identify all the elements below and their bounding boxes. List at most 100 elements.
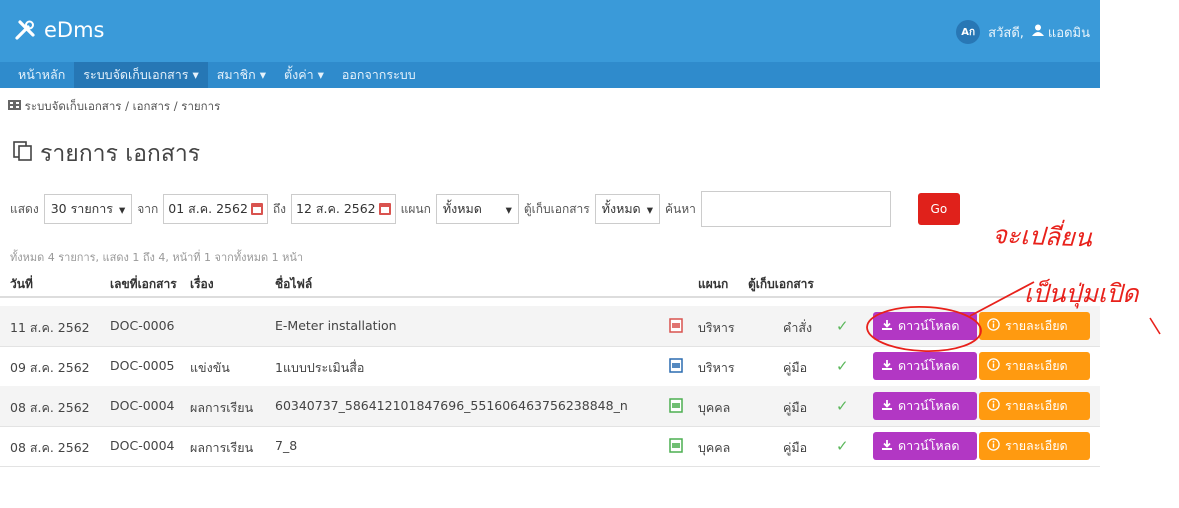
from-date-input[interactable]: 01 ส.ค. 2562 [163,194,268,224]
language-switch[interactable]: Aก [956,20,981,44]
menu-settings[interactable]: ตั้งค่า ▾ [275,62,333,88]
table-row: 08 ส.ค. 2562 DOC-0004 ผลการเรียน 60340737_5… [0,386,1100,427]
caret-down-icon: ▾ [192,67,199,82]
caret-down-icon: ▾ [118,201,126,217]
cell-date: 08 ส.ค. 2562 [10,400,90,415]
header-subject[interactable]: เรื่อง [190,275,214,294]
to-date-input[interactable]: 12 ส.ค. 2562 [291,194,396,224]
header-doc-no[interactable]: เลขที่เอกสาร [110,275,177,294]
info-icon [987,358,1000,374]
cell-filename: 60340737_586412101847696_551606463756238… [275,398,628,413]
detail-button[interactable]: รายละเอียด [979,312,1090,340]
cell-doc-no: DOC-0004 [110,398,175,413]
download-label: ดาวน์โหลด [898,358,960,373]
info-icon [987,318,1000,334]
user-name[interactable]: แอดมิน [1048,22,1090,43]
check-icon: ✓ [836,357,849,375]
cabinet-select[interactable]: ทั้งหมด ▾ [594,194,660,224]
department-value: ทั้งหมด [442,201,482,216]
to-label: ถึง [272,201,287,216]
menu-label: ออกจากระบบ [341,67,416,82]
detail-button[interactable]: รายละเอียด [979,392,1090,420]
download-icon [881,319,893,334]
download-button[interactable]: ดาวน์โหลด [873,432,977,460]
header-filename[interactable]: ชื่อไฟล์ [275,275,312,294]
breadcrumb-text[interactable]: ระบบจัดเก็บเอกสาร / เอกสาร / รายการ [25,99,221,113]
caret-down-icon: ▾ [317,67,324,82]
cabinet-value: ทั้งหมด [601,201,641,216]
info-icon [987,438,1000,454]
page-title-text: รายการ เอกสาร [40,141,201,167]
cell-date: 08 ส.ค. 2562 [10,440,90,455]
tools-icon [14,19,36,41]
header-department[interactable]: แผนก [698,275,728,294]
caret-down-icon: ▾ [505,201,512,217]
check-icon: ✓ [836,397,849,415]
cell-doc-no: DOC-0005 [110,358,175,373]
download-icon [881,399,893,414]
dept-label: แผนก [400,201,431,216]
page-title: รายการ เอกสาร [12,136,200,172]
info-icon [987,398,1000,414]
download-icon [881,439,893,454]
detail-label: รายละเอียด [1005,398,1068,413]
show-label: แสดง [10,201,39,216]
cell-filename: 7_8 [275,438,298,453]
department-select[interactable]: ทั้งหมด ▾ [435,194,519,224]
menu-members[interactable]: สมาชิก ▾ [208,62,275,88]
detail-button[interactable]: รายละเอียด [979,432,1090,460]
menu-documents[interactable]: ระบบจัดเก็บเอกสาร ▾ [74,62,208,88]
brand[interactable]: eDms [14,18,105,42]
menu-label: ระบบจัดเก็บเอกสาร [83,67,189,82]
download-button[interactable]: ดาวน์โหลด [873,312,977,340]
main-menu: หน้าหลัก ระบบจัดเก็บเอกสาร ▾ สมาชิก ▾ ตั… [0,62,1100,88]
word-icon [669,358,683,373]
go-button[interactable]: Go [917,193,960,225]
caret-down-icon: ▾ [259,67,266,82]
menu-label: สมาชิก [216,67,256,82]
detail-label: รายละเอียด [1005,318,1068,333]
header-cabinet[interactable]: ตู้เก็บเอกสาร [748,275,814,294]
table-row: 11 ส.ค. 2562 DOC-0006 E-Meter installation… [0,306,1100,347]
download-icon [881,359,893,374]
cell-subject: แข่งขัน [190,360,230,375]
user-area: Aก สวัสดี, แอดมิน [956,20,1090,44]
annotation-tick [1149,317,1161,335]
download-label: ดาวน์โหลด [898,398,960,413]
download-button[interactable]: ดาวน์โหลด [873,392,977,420]
cell-cabinet: คู่มือ [783,400,808,415]
download-label: ดาวน์โหลด [898,318,960,333]
table-row: 09 ส.ค. 2562 DOC-0005 แข่งขัน 1แบบประเมินสื… [0,346,1100,387]
calendar-icon[interactable] [250,203,263,215]
menu-logout[interactable]: ออกจากระบบ [333,62,425,88]
search-input[interactable] [700,191,891,227]
menu-label: ตั้งค่า [284,67,314,82]
cell-date: 09 ส.ค. 2562 [10,360,90,375]
cell-cabinet: คำสั่ง [783,320,813,335]
to-date-value: 12 ส.ค. 2562 [296,201,376,216]
from-label: จาก [137,201,159,216]
page-size-select[interactable]: 30 รายการ ▾ [43,194,133,224]
download-button[interactable]: ดาวน์โหลด [873,352,977,380]
download-label: ดาวน์โหลด [898,438,960,453]
search-label: ค้นหา [664,201,696,216]
page-size-value: 30 รายการ [50,201,113,216]
menu-home[interactable]: หน้าหลัก [0,62,74,88]
caret-down-icon: ▾ [646,201,653,217]
menu-label: หน้าหลัก [18,67,66,82]
calendar-icon[interactable] [378,203,391,215]
cabinet-icon [8,99,25,113]
cell-filename: E-Meter installation [275,318,397,333]
table-header: วันที่ เลขที่เอกสาร เรื่อง ชื่อไฟล์ แผนก… [0,268,1100,298]
check-icon: ✓ [836,317,849,335]
cell-subject: ผลการเรียน [190,440,254,455]
documents-icon [12,140,34,168]
detail-label: รายละเอียด [1005,358,1068,373]
cell-department: บริหาร [698,320,735,335]
header-date[interactable]: วันที่ [10,275,33,294]
greeting-text: สวัสดี, [988,25,1024,41]
detail-label: รายละเอียด [1005,438,1068,453]
detail-button[interactable]: รายละเอียด [979,352,1090,380]
cell-subject: ผลการเรียน [190,400,254,415]
cell-department: บุคคล [698,440,731,455]
